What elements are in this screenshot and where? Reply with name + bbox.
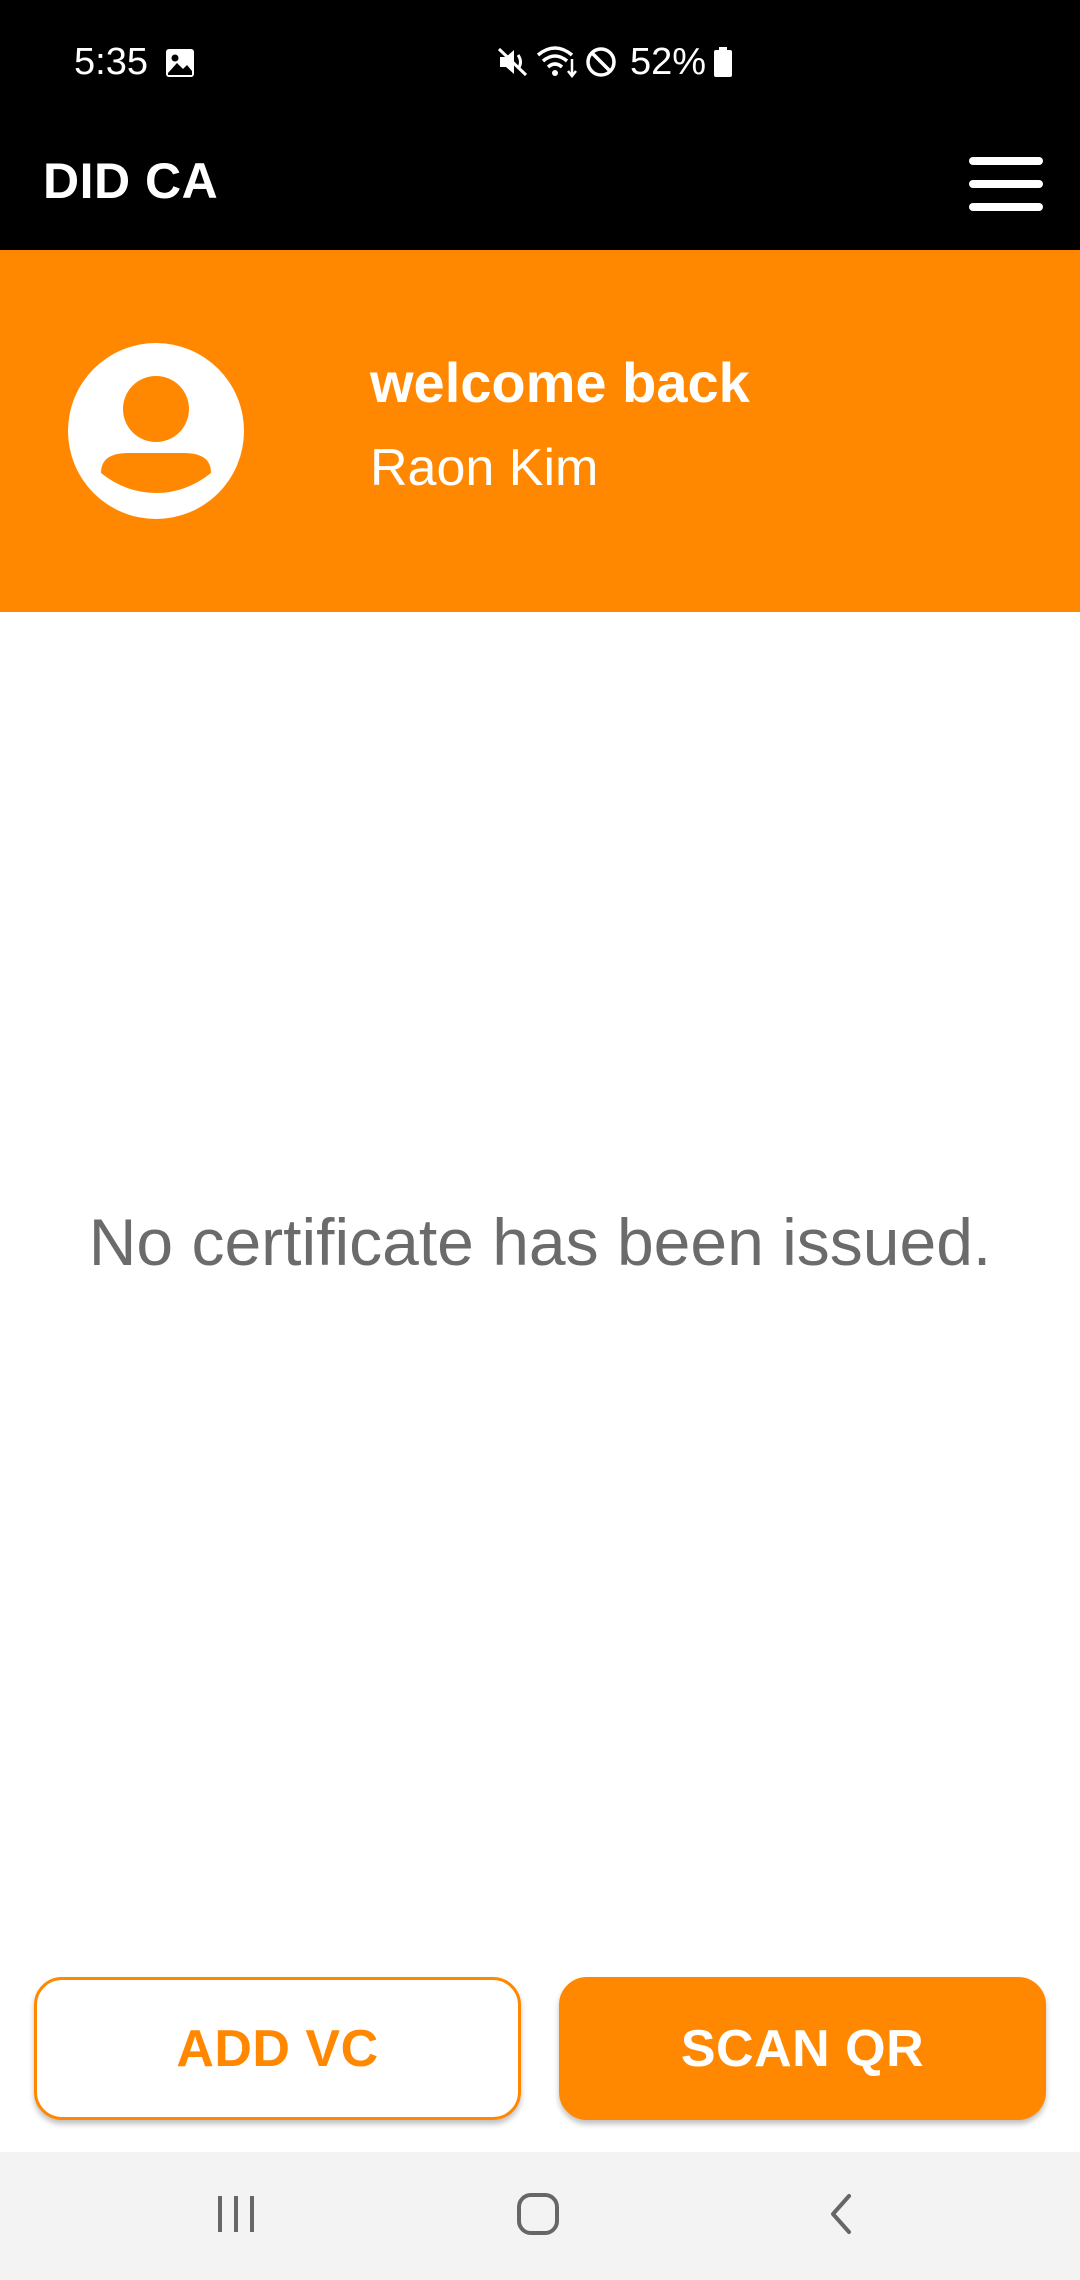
app-bar: DID CA	[0, 125, 1080, 250]
welcome-title: welcome back	[370, 351, 750, 414]
status-icons: 52%	[496, 38, 734, 86]
wifi-icon	[536, 45, 578, 79]
back-icon	[825, 2192, 855, 2241]
recents-icon	[214, 2194, 258, 2239]
mute-icon	[496, 45, 530, 79]
empty-state-message: No certificate has been issued.	[88, 1205, 992, 1279]
add-vc-button[interactable]: ADD VC	[34, 1977, 521, 2120]
welcome-header: welcome back Raon Kim	[0, 250, 1080, 612]
do-not-disturb-icon	[584, 45, 618, 79]
certificate-list: No certificate has been issued.	[0, 612, 1080, 2152]
back-button[interactable]	[800, 2176, 880, 2256]
app-title: DID CA	[43, 153, 219, 209]
menu-button[interactable]	[966, 146, 1046, 226]
home-button[interactable]	[498, 2176, 578, 2256]
battery-level: 52%	[630, 41, 707, 83]
scan-qr-button[interactable]: SCAN QR	[559, 1977, 1046, 2120]
hamburger-menu-icon	[969, 156, 1043, 216]
user-name: Raon Kim	[370, 439, 599, 497]
navigation-bar	[0, 2152, 1080, 2280]
user-avatar-icon	[68, 343, 244, 519]
home-icon	[515, 2191, 561, 2242]
recents-button[interactable]	[196, 2176, 276, 2256]
gallery-icon	[164, 47, 196, 79]
battery-icon	[712, 45, 734, 79]
status-bar: 5:35 52%	[0, 0, 1080, 125]
status-time: 5:35	[74, 41, 148, 83]
